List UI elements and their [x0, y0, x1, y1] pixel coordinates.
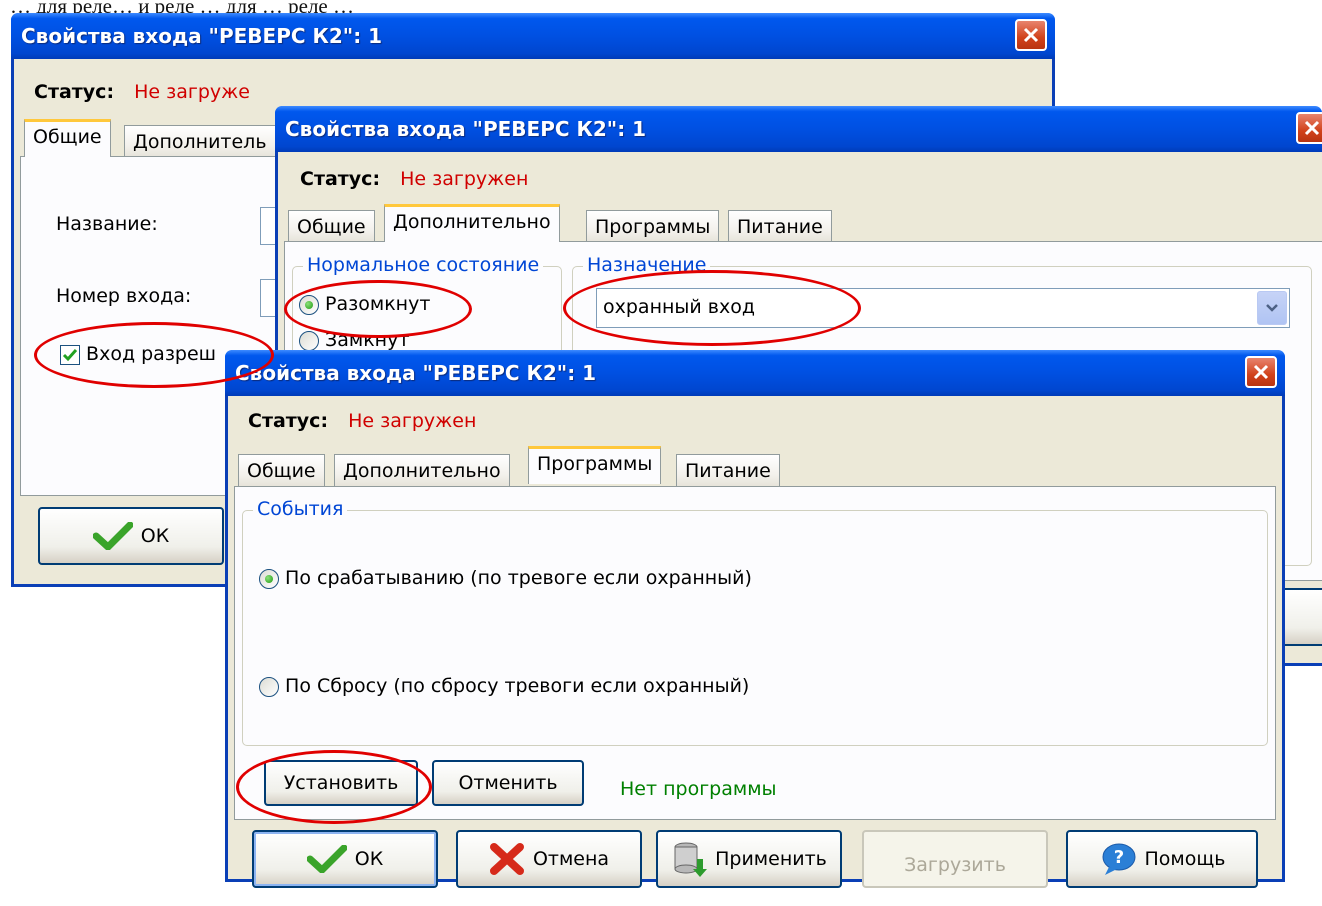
on-reset-label: По Сбросу (по сбросу тревоги если охранн… [285, 675, 750, 697]
close-icon [1023, 27, 1039, 43]
input-number-label: Номер входа: [56, 285, 192, 307]
load-label: Загрузить [904, 854, 1006, 876]
cancel-program-label: Отменить [458, 772, 558, 794]
tab-additional[interactable]: Дополнитель [124, 125, 276, 159]
close-icon [1253, 364, 1269, 380]
status-value: Не загружен [400, 168, 529, 190]
close-icon [1304, 120, 1320, 136]
tab-power[interactable]: Питание [728, 210, 832, 244]
checkmark-icon [306, 845, 347, 873]
dropdown-button[interactable] [1257, 291, 1287, 325]
on-reset-radio[interactable] [259, 676, 279, 697]
input-enabled-checkbox-row[interactable]: Вход разреш [60, 343, 216, 365]
closed-label: Замкнут [325, 329, 410, 351]
title-bar: Свойства входа "РЕВЕРС К2": 1 [275, 106, 1322, 152]
ok-button-back[interactable]: ОК [38, 507, 224, 565]
title-bar: Свойства входа "РЕВЕРС К2": 1 [225, 350, 1285, 396]
open-radio-row[interactable]: Разомкнут [299, 293, 430, 315]
set-program-button[interactable]: Установить [264, 760, 418, 806]
cancel-label: Отмена [532, 848, 610, 870]
status-label: Статус: [300, 168, 381, 190]
on-trigger-radio[interactable] [259, 568, 279, 589]
window-programs: Свойства входа "РЕВЕРС К2": 1 Статус: Не… [225, 350, 1285, 888]
checkmark-icon [92, 522, 133, 550]
ok-label: ОК [354, 848, 384, 870]
title-bar: Свойства входа "РЕВЕРС К2": 1 [11, 13, 1055, 59]
normal-state-title: Нормальное состояние [303, 254, 544, 276]
on-reset-radio-row[interactable]: По Сбросу (по сбросу тревоги если охранн… [259, 675, 749, 697]
closed-radio-row[interactable]: Замкнут [299, 329, 409, 351]
chevron-down-icon [1266, 304, 1278, 312]
status-row: Статус: Не загружен [248, 410, 476, 432]
status-row: Статус: Не загруже [34, 81, 250, 103]
cancel-button[interactable]: Отмена [456, 830, 642, 888]
on-trigger-radio-row[interactable]: По срабатыванию (по тревоге если охранны… [259, 567, 752, 589]
svg-text:?: ? [1113, 847, 1123, 868]
status-row: Статус: Не загружен [300, 168, 528, 190]
close-button[interactable] [1296, 112, 1322, 144]
tab-power[interactable]: Питание [676, 454, 780, 488]
close-button[interactable] [1245, 356, 1277, 388]
closed-radio[interactable] [299, 330, 319, 351]
help-bubble-icon: ? [1102, 843, 1136, 875]
input-enabled-label: Вход разреш [86, 343, 217, 365]
close-button[interactable] [1015, 19, 1047, 51]
window-title: Свойства входа "РЕВЕРС К2": 1 [21, 24, 383, 48]
cancel-program-button[interactable]: Отменить [432, 760, 584, 806]
status-label: Статус: [34, 81, 115, 103]
set-program-label: Установить [283, 772, 399, 794]
purpose-value: охранный вход [603, 296, 756, 318]
window-title: Свойства входа "РЕВЕРС К2": 1 [235, 361, 597, 385]
help-label: Помощь [1144, 848, 1226, 870]
open-radio[interactable] [299, 294, 319, 315]
events-group: События По срабатыванию (по тревоге если… [242, 498, 1268, 746]
tab-general[interactable]: Общие [24, 119, 111, 157]
checkmark-icon [62, 348, 78, 361]
input-enabled-checkbox[interactable] [60, 344, 80, 365]
tab-general[interactable]: Общие [288, 210, 375, 244]
apply-label: Применить [715, 848, 827, 870]
database-download-icon [674, 842, 708, 877]
ok-label: ОК [140, 525, 170, 547]
tab-programs[interactable]: Программы [528, 446, 662, 484]
tab-general[interactable]: Общие [238, 454, 325, 488]
window-title: Свойства входа "РЕВЕРС К2": 1 [285, 117, 647, 141]
cross-icon [489, 843, 524, 875]
on-trigger-label: По срабатыванию (по тревоге если охранны… [285, 567, 752, 589]
tab-additional[interactable]: Дополнительно [334, 454, 510, 488]
program-status: Нет программы [620, 778, 777, 800]
open-label: Разомкнут [325, 293, 431, 315]
tab-programs[interactable]: Программы [586, 210, 720, 244]
ok-button[interactable]: ОК [252, 830, 438, 888]
status-value: Не загружен [348, 410, 477, 432]
apply-button[interactable]: Применить [656, 830, 842, 888]
status-value: Не загруже [134, 81, 250, 103]
tab-additional[interactable]: Дополнительно [384, 204, 560, 242]
help-button[interactable]: ? Помощь [1066, 830, 1258, 888]
purpose-title: Назначение [583, 254, 711, 276]
status-label: Статус: [248, 410, 329, 432]
events-title: События [253, 498, 348, 520]
load-button[interactable]: Загрузить [862, 830, 1048, 888]
purpose-combobox[interactable]: охранный вход [596, 288, 1290, 328]
name-label: Название: [56, 213, 158, 235]
